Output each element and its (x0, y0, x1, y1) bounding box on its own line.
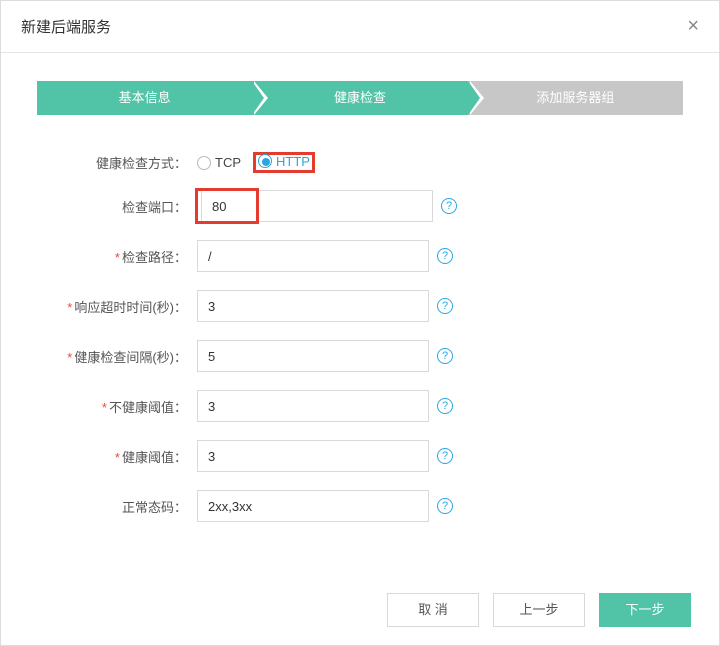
radio-dot-icon (258, 154, 272, 168)
row-healthy: *健康阈值： ? (47, 440, 673, 472)
dialog-header: 新建后端服务 × (1, 1, 719, 53)
prev-button[interactable]: 上一步 (493, 593, 585, 627)
close-icon[interactable]: × (687, 15, 699, 38)
input-interval[interactable] (197, 340, 429, 372)
input-timeout[interactable] (197, 290, 429, 322)
required-asterisk: * (115, 450, 120, 465)
required-asterisk: * (115, 250, 120, 265)
required-asterisk: * (102, 400, 107, 415)
row-codes: 正常态码： ? (47, 490, 673, 522)
dialog-body: 基本信息 健康检查 添加服务器组 健康检查方式： TCP (1, 53, 719, 522)
row-timeout: *响应超时时间(秒)： ? (47, 290, 673, 322)
step-label: 基本信息 (119, 90, 171, 105)
required-asterisk: * (67, 350, 72, 365)
radio-tcp[interactable]: TCP (197, 155, 241, 170)
input-unhealthy[interactable] (197, 390, 429, 422)
input-codes[interactable] (197, 490, 429, 522)
health-check-form: 健康检查方式： TCP HTTP 检查端口： (37, 153, 683, 522)
dialog-create-backend-service: 新建后端服务 × 基本信息 健康检查 添加服务器组 健康检查方式： (0, 0, 720, 646)
radio-dot-icon (197, 156, 211, 170)
required-asterisk: * (67, 300, 72, 315)
step-label: 添加服务器组 (536, 90, 614, 105)
help-icon[interactable]: ? (437, 498, 453, 514)
row-check-method: 健康检查方式： TCP HTTP (47, 153, 673, 172)
label-interval: *健康检查间隔(秒)： (47, 347, 197, 366)
dialog-footer: 取 消 上一步 下一步 (387, 593, 691, 627)
step-add-server-group[interactable]: 添加服务器组 (468, 81, 683, 115)
step-health-check[interactable]: 健康检查 (252, 81, 467, 115)
row-path: *检查路径： ? (47, 240, 673, 272)
help-icon[interactable]: ? (437, 448, 453, 464)
input-healthy[interactable] (197, 440, 429, 472)
row-port: 检查端口： ? (47, 190, 673, 222)
help-icon[interactable]: ? (437, 348, 453, 364)
label-healthy: *健康阈值： (47, 447, 197, 466)
label-timeout: *响应超时时间(秒)： (47, 297, 197, 316)
radio-label-http: HTTP (276, 154, 310, 169)
next-button[interactable]: 下一步 (599, 593, 691, 627)
step-basic-info[interactable]: 基本信息 (37, 81, 252, 115)
help-icon[interactable]: ? (441, 198, 457, 214)
label-unhealthy: *不健康阈值： (47, 397, 197, 416)
label-check-method: 健康检查方式： (47, 153, 197, 172)
row-unhealthy: *不健康阈值： ? (47, 390, 673, 422)
highlight-annotation (197, 190, 257, 222)
input-path[interactable] (197, 240, 429, 272)
label-port: 检查端口： (47, 197, 197, 216)
wizard-steps: 基本信息 健康检查 添加服务器组 (37, 81, 683, 115)
label-codes: 正常态码： (47, 497, 197, 516)
help-icon[interactable]: ? (437, 398, 453, 414)
radio-http[interactable]: HTTP (258, 154, 310, 169)
dialog-title: 新建后端服务 (21, 16, 111, 37)
radio-label-tcp: TCP (215, 155, 241, 170)
help-icon[interactable]: ? (437, 298, 453, 314)
help-icon[interactable]: ? (437, 248, 453, 264)
highlight-annotation: HTTP (255, 154, 313, 172)
cancel-button[interactable]: 取 消 (387, 593, 479, 627)
row-interval: *健康检查间隔(秒)： ? (47, 340, 673, 372)
step-label: 健康检查 (334, 90, 386, 105)
label-path: *检查路径： (47, 247, 197, 266)
